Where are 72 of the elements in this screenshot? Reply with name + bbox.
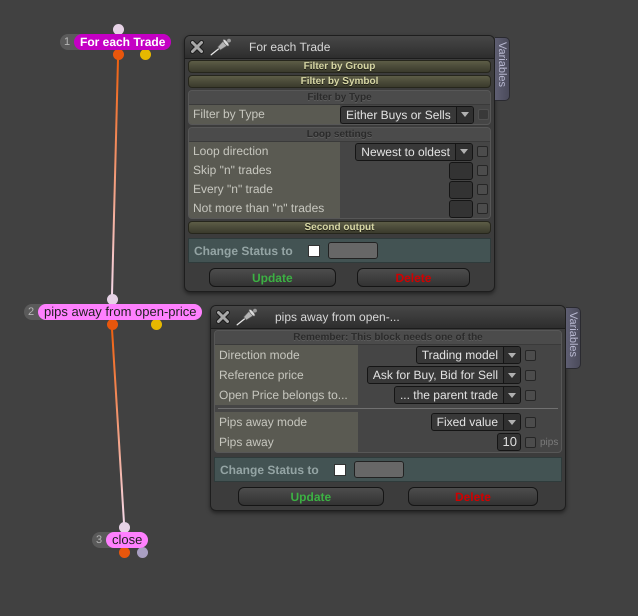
side-tab[interactable]: Variables [495,37,510,101]
checkbox[interactable] [525,416,536,428]
status-checkbox[interactable] [334,464,346,476]
block-node[interactable]: 2 pips away from open-price [24,304,202,320]
block-label: close [106,532,148,548]
field-label: Pips away mode [215,412,358,432]
block-node[interactable]: 1 For each Trade [60,34,172,50]
field-label: Not more than "n" trades [189,199,340,218]
close-icon[interactable] [216,310,230,324]
block-node[interactable]: 3 close [92,532,148,548]
checkbox[interactable] [525,370,536,380]
block-label: For each Trade [74,34,172,50]
output-port-icon[interactable] [112,49,124,60]
output-port-icon[interactable] [118,547,130,558]
checkbox[interactable] [477,146,488,157]
section-header[interactable]: Filter by Group [188,60,491,73]
field-label: Filter by Type [189,105,340,124]
caret-icon [503,414,520,430]
caret-icon [455,144,472,160]
input-port-icon[interactable] [112,24,124,35]
field-label: Direction mode [215,345,358,365]
output-port-icon[interactable] [140,49,150,60]
block-label: pips away from open-price [38,304,202,320]
number-field[interactable] [449,200,473,218]
caret-icon [456,106,473,122]
caret-icon [503,347,520,363]
window-title: For each Trade [249,40,330,54]
checkbox[interactable] [477,203,488,214]
section-header[interactable]: Filter by Symbol [188,75,491,88]
field-label: Every "n" trade [189,180,340,199]
field-label: Open Price belongs to... [215,385,358,405]
checkbox[interactable] [525,350,536,360]
section-header[interactable]: Second output [188,221,491,234]
output-port-icon[interactable] [150,319,162,330]
close-icon[interactable] [190,40,204,54]
field-label: Loop direction [189,142,340,161]
dropdown[interactable]: ... the parent trade [394,386,521,404]
field-label: Reference price [215,365,358,385]
window-title: pips away from open-... [275,310,400,324]
update-button[interactable]: Update [238,487,384,506]
number-field[interactable] [449,162,473,180]
pushpin-icon[interactable] [210,38,232,56]
number-field[interactable] [449,180,473,198]
field-label: Skip "n" trades [189,161,340,180]
status-field[interactable] [328,242,378,259]
checkbox[interactable] [477,184,488,195]
caret-icon [503,387,520,403]
field-label: Pips away [215,432,358,452]
checkbox[interactable] [525,436,536,448]
checkbox[interactable] [525,390,536,400]
dropdown[interactable]: Fixed value [430,413,521,431]
status-label: Change Status to [220,462,320,476]
status-field[interactable] [354,461,404,478]
checkbox[interactable] [477,165,488,176]
dropdown[interactable]: Either Buys or Sells [340,106,474,124]
side-tab[interactable]: Variables [566,307,581,369]
status-label: Change Status to [194,244,294,258]
update-button[interactable]: Update [208,268,336,287]
number-field[interactable]: 10 [497,433,521,451]
block-number: 3 [96,533,104,548]
dropdown[interactable]: Ask for Buy, Bid for Sell [366,366,521,384]
status-checkbox[interactable] [308,244,320,256]
dropdown[interactable]: Trading model [416,346,521,364]
output-port-icon[interactable] [106,319,118,330]
output-port-icon[interactable] [136,547,148,558]
block-number: 2 [28,305,36,320]
dropdown[interactable]: Newest to oldest [355,142,473,160]
pushpin-icon[interactable] [236,308,258,326]
input-port-icon[interactable] [118,522,130,533]
caret-icon [503,367,520,383]
block-number: 1 [64,35,72,50]
input-port-icon[interactable] [106,294,118,305]
